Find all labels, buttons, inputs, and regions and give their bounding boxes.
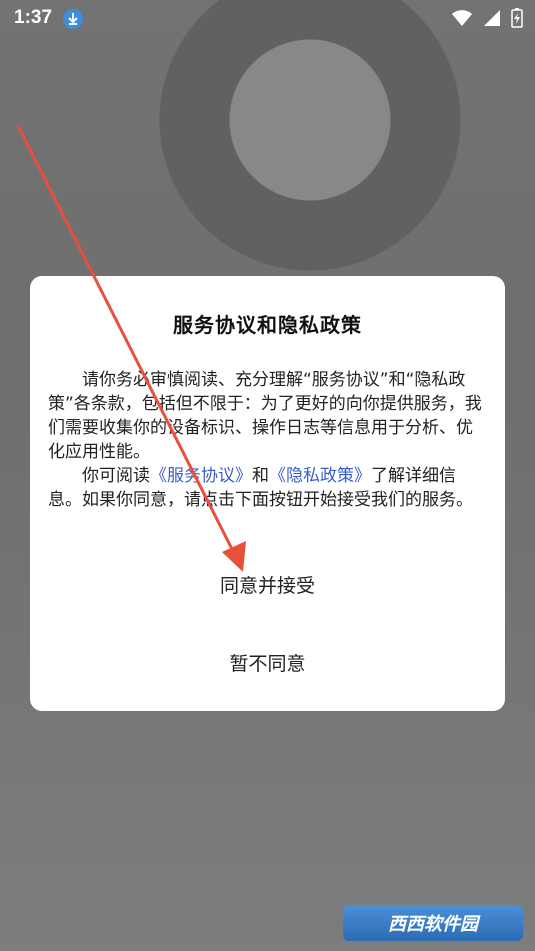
privacy-dialog: 服务协议和隐私政策 请你务必审慎阅读、充分理解“服务协议”和“隐私政策”各条款，… (30, 276, 505, 711)
decline-button[interactable]: 暂不同意 (30, 649, 505, 676)
wifi-icon (451, 9, 473, 32)
privacy-policy-link[interactable]: 《隐私政策》 (269, 466, 371, 486)
watermark-text: 西西软件园 (388, 914, 478, 935)
dialog-title: 服务协议和隐私政策 (173, 313, 362, 337)
status-bar: 1:37 (0, 0, 535, 36)
status-icons (451, 8, 523, 33)
status-time: 1:37 (14, 7, 53, 28)
dialog-paragraph-1: 请你务必审慎阅读、充分理解“服务协议”和“隐私政策”各条款，包括但不限于：为了更… (48, 370, 482, 462)
watermark-logo: 西西软件园 (343, 905, 523, 941)
agree-button[interactable]: 同意并接受 (30, 571, 505, 598)
download-icon (63, 9, 83, 29)
signal-icon (483, 9, 501, 32)
battery-charging-icon (511, 8, 523, 33)
service-agreement-link[interactable]: 《服务协议》 (150, 466, 252, 486)
dialog-paragraph-2: 你可阅读《服务协议》和《隐私政策》了解详细信息。如果你同意，请点击下面按钮开始接… (48, 464, 488, 512)
para2-and: 和 (252, 466, 269, 486)
para2-prefix: 你可阅读 (82, 466, 150, 486)
dialog-body: 请你务必审慎阅读、充分理解“服务协议”和“隐私政策”各条款，包括但不限于：为了更… (48, 368, 488, 512)
